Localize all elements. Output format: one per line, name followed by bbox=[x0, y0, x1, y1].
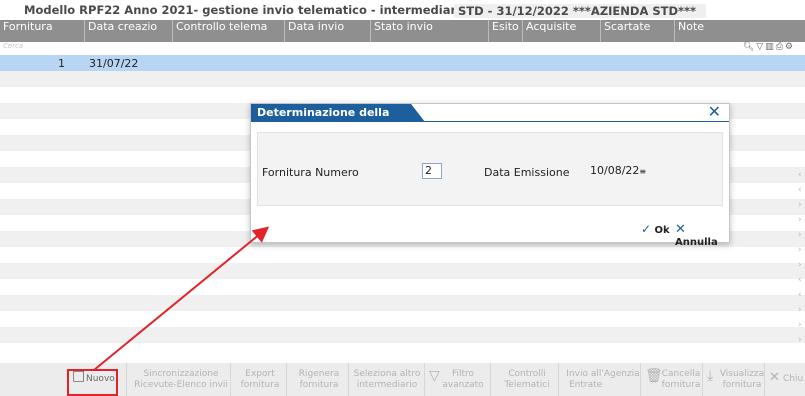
annulla-button[interactable]: ✕ Annulla bbox=[675, 222, 729, 248]
side-panel-chevrons: ‹ ‹ › › › › › ‹ ‹ › › › bbox=[798, 168, 805, 348]
column-header-data-invio[interactable]: Data invio bbox=[284, 20, 370, 42]
invio-label-1: Invio all'Agenzia bbox=[566, 369, 640, 379]
filtro-avanzato-button[interactable]: ▽ Filtro avanzato bbox=[424, 363, 484, 396]
ok-button[interactable]: ✓ Ok bbox=[641, 222, 670, 236]
export-label-2: fornitura bbox=[240, 380, 280, 390]
grid-header: Fornitura Data creazio Controllo telema … bbox=[0, 20, 805, 42]
chevron-right-icon[interactable]: › bbox=[798, 213, 805, 228]
calendar-icon[interactable]: ≡ bbox=[639, 167, 646, 176]
table-row-empty[interactable] bbox=[0, 87, 805, 103]
visualizza-label-2: fornitura bbox=[722, 380, 762, 390]
table-row-empty[interactable] bbox=[0, 311, 805, 327]
dialog-body: Fornitura Numero 2 Data Emissione 10/08/… bbox=[257, 132, 723, 206]
columns-icon[interactable]: ▥ bbox=[765, 42, 776, 52]
grid-search-input[interactable]: Cerca bbox=[3, 42, 23, 50]
download-icon: ⤓ bbox=[707, 368, 714, 384]
close-icon: ✕ bbox=[675, 222, 686, 237]
annotation-highlight-box bbox=[67, 369, 118, 396]
table-row-empty[interactable] bbox=[0, 263, 805, 279]
column-header-esito[interactable]: Esito bbox=[488, 20, 522, 42]
rigenera-fornitura-button[interactable]: Rigenera fornitura bbox=[286, 363, 344, 396]
cancella-label-1: Cancella bbox=[661, 369, 701, 379]
grid-search-row: Cerca 🔍︎▽▥⎙⚙ bbox=[0, 42, 805, 55]
close-icon: ✕ bbox=[769, 370, 780, 385]
controlli-telematici-button[interactable]: Controlli Telematici bbox=[490, 363, 554, 396]
close-icon[interactable]: ✕ bbox=[708, 103, 721, 121]
seleziona-intermediario-button[interactable]: Seleziona altro intermediario bbox=[348, 363, 420, 396]
controlli-label-2: Telematici bbox=[504, 380, 550, 390]
cancella-label-2: fornitura bbox=[661, 380, 701, 390]
data-emissione-label: Data Emissione bbox=[484, 166, 570, 179]
export-label-1: Export bbox=[245, 369, 275, 379]
controlli-label-1: Controlli bbox=[508, 369, 546, 379]
invio-agenzia-entrate-button[interactable]: Invio all'Agenzia Entrate bbox=[558, 363, 640, 396]
filter-icon: ▽ bbox=[429, 368, 440, 384]
chevron-left-icon[interactable]: ‹ bbox=[798, 183, 805, 198]
fornitura-numero-input[interactable]: 2 bbox=[422, 163, 442, 179]
chevron-right-icon[interactable]: › bbox=[798, 198, 805, 213]
magnifier-icon[interactable]: 🔍︎ bbox=[743, 42, 756, 52]
table-row-empty[interactable] bbox=[0, 327, 805, 343]
column-header-controllo-telematico[interactable]: Controllo telema bbox=[172, 20, 284, 42]
filter-icon[interactable]: ▽ bbox=[756, 42, 765, 52]
rigenera-label-2: fornitura bbox=[299, 380, 339, 390]
chevron-right-icon[interactable]: › bbox=[798, 258, 805, 273]
dialog-header: Determinazione della fornitura ✕ bbox=[251, 103, 729, 122]
filtro-label-2: avanzato bbox=[442, 380, 484, 390]
cancella-fornitura-button[interactable]: 🗑︎ Cancella fornitura bbox=[640, 363, 702, 396]
cell-data-creazione: 31/07/22 bbox=[89, 57, 139, 70]
sincronizzazione-label-2: Ricevute-Elenco invii bbox=[134, 380, 228, 390]
table-row-empty[interactable] bbox=[0, 295, 805, 311]
seleziona-label-2: intermediario bbox=[356, 380, 418, 390]
chevron-left-icon[interactable]: ‹ bbox=[798, 168, 805, 183]
column-header-acquisite[interactable]: Acquisite bbox=[522, 20, 600, 42]
chevron-right-icon[interactable]: › bbox=[798, 333, 805, 348]
table-row-empty[interactable] bbox=[0, 343, 805, 359]
bottom-toolbar: □ Nuovo Sincronizzazione Ricevute-Elenco… bbox=[0, 363, 805, 396]
table-row-empty[interactable] bbox=[0, 279, 805, 295]
chevron-left-icon[interactable]: ‹ bbox=[798, 273, 805, 288]
determinazione-fornitura-dialog: Determinazione della fornitura ✕ Fornitu… bbox=[250, 103, 730, 248]
chevron-left-icon[interactable]: ‹ bbox=[798, 288, 805, 303]
chevron-right-icon[interactable]: › bbox=[798, 228, 805, 243]
table-row-empty[interactable] bbox=[0, 247, 805, 263]
checkmark-icon: ✓ bbox=[641, 222, 652, 236]
column-header-scartate[interactable]: Scartate bbox=[600, 20, 674, 42]
chevron-right-icon[interactable]: › bbox=[798, 318, 805, 333]
grid-tool-icons: 🔍︎▽▥⎙⚙ bbox=[743, 42, 795, 52]
chevron-right-icon[interactable]: › bbox=[798, 243, 805, 258]
table-row-empty[interactable] bbox=[0, 71, 805, 87]
invio-label-2: Entrate bbox=[569, 380, 603, 390]
rigenera-label-1: Rigenera bbox=[298, 369, 340, 379]
sincronizzazione-label-1: Sincronizzazione bbox=[143, 369, 219, 379]
chiudi-button[interactable]: ✕ Chiu bbox=[764, 363, 805, 396]
visualizza-fornitura-button[interactable]: ⤓ Visualizza fornitura bbox=[702, 363, 764, 396]
seleziona-label-1: Seleziona altro bbox=[353, 369, 421, 379]
annulla-button-label: Annulla bbox=[675, 237, 718, 248]
column-header-data-creazione[interactable]: Data creazio bbox=[84, 20, 172, 42]
export-fornitura-button[interactable]: Export fornitura bbox=[230, 363, 282, 396]
column-header-note[interactable]: Note bbox=[674, 20, 805, 42]
column-header-stato-invio[interactable]: Stato invio bbox=[370, 20, 488, 42]
chevron-right-icon[interactable]: › bbox=[798, 303, 805, 318]
visualizza-label-1: Visualizza bbox=[719, 369, 765, 379]
column-header-fornitura[interactable]: Fornitura bbox=[0, 20, 84, 42]
window-title-bar: Modello RPF22 Anno 2021- gestione invio … bbox=[0, 0, 805, 20]
print-icon[interactable]: ⎙ bbox=[776, 42, 785, 52]
dialog-title: Determinazione della fornitura bbox=[251, 104, 425, 122]
table-row[interactable]: 1 31/07/22 bbox=[0, 55, 805, 71]
chiudi-label: Chiu bbox=[783, 374, 804, 384]
company-context: STD - 31/12/2022 ***AZIENDA STD*** bbox=[454, 4, 707, 18]
gear-icon[interactable]: ⚙ bbox=[785, 42, 795, 52]
filtro-label-1: Filtro bbox=[451, 369, 475, 379]
ok-button-label: Ok bbox=[654, 225, 670, 236]
data-emissione-input[interactable]: 10/08/22≡ bbox=[590, 163, 654, 179]
cell-fornitura: 1 bbox=[58, 57, 65, 70]
data-emissione-value: 10/08/22 bbox=[590, 164, 640, 177]
sincronizzazione-button[interactable]: Sincronizzazione Ricevute-Elenco invii bbox=[126, 363, 228, 396]
fornitura-numero-label: Fornitura Numero bbox=[262, 166, 359, 179]
